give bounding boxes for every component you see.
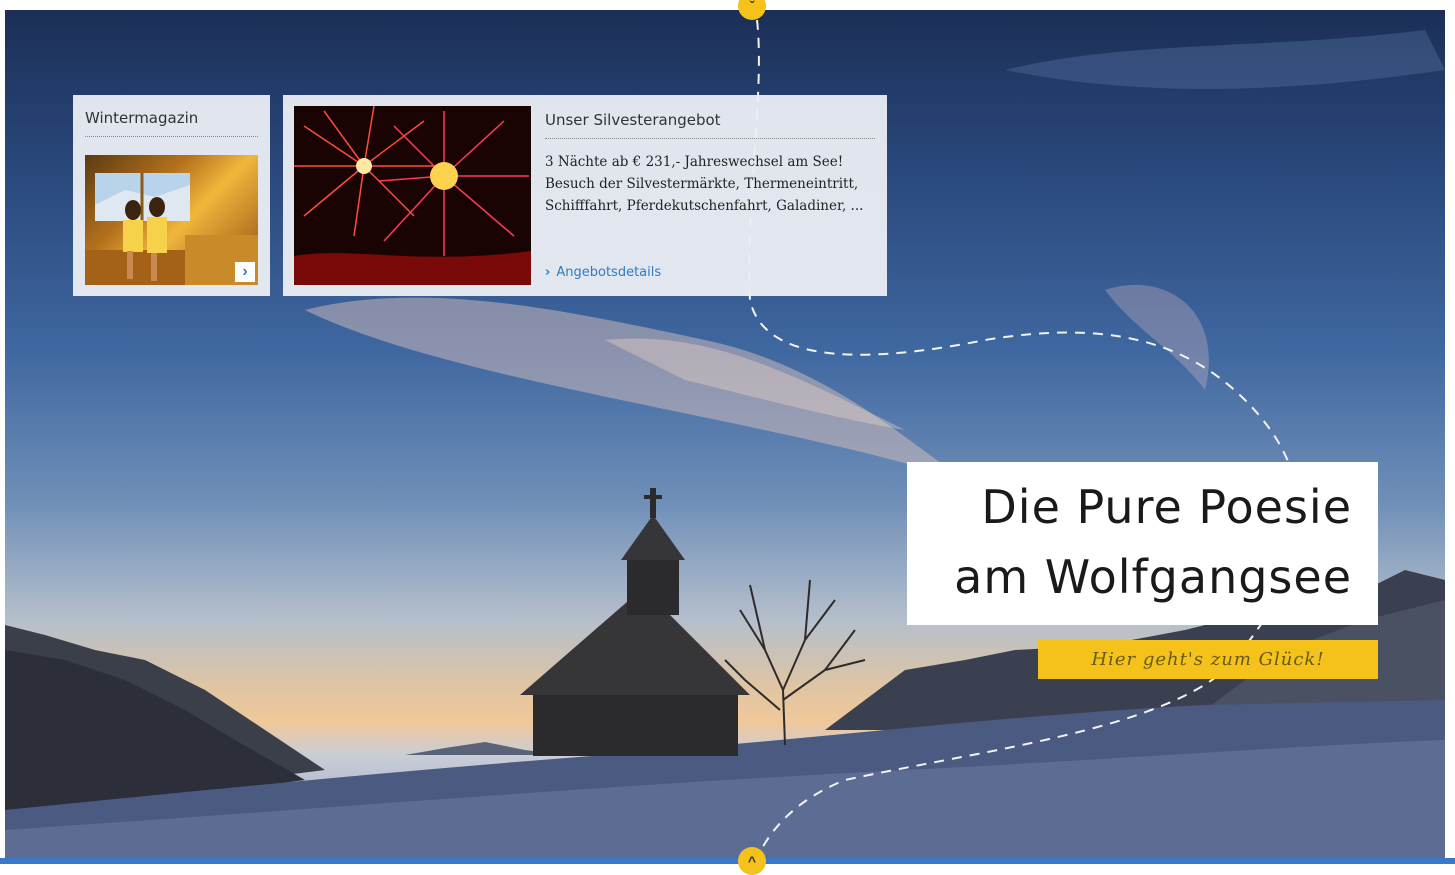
chevron-up-icon: ˇ (749, 0, 755, 14)
offer-body: Unser Silvesterangebot 3 Nächte ab € 231… (545, 106, 875, 217)
top-border (0, 0, 1455, 10)
silvester-offer-card: Unser Silvesterangebot 3 Nächte ab € 231… (283, 95, 887, 296)
bottom-bar (0, 858, 1455, 864)
headline-line-2: am Wolfgangsee (954, 550, 1352, 604)
headline-line-1: Die Pure Poesie (981, 480, 1352, 534)
chevron-up-icon: ^ (747, 853, 757, 869)
fireworks-graphic (294, 106, 531, 285)
sauna-image (85, 173, 258, 285)
fireworks-image[interactable] (294, 106, 531, 285)
card-title: Wintermagazin (85, 109, 258, 137)
cta-button[interactable]: Hier geht's zum Glück! (1038, 640, 1378, 679)
wintermagazin-card[interactable]: Wintermagazin › (73, 95, 270, 296)
scroll-down-button[interactable]: ^ (738, 847, 766, 875)
chevron-right-icon[interactable]: › (235, 262, 255, 282)
offer-description: 3 Nächte ab € 231,- Jahreswechsel am See… (545, 154, 864, 214)
card-title: Unser Silvesterangebot (545, 111, 875, 139)
offer-details-link[interactable]: › Angebotsdetails (545, 265, 661, 280)
headline-box: Die Pure Poesie am Wolfgangsee (907, 462, 1378, 625)
offer-link-label: Angebotsdetails (556, 265, 662, 280)
magazine-thumbnail[interactable]: › (85, 155, 258, 285)
chevron-right-icon: › (545, 265, 551, 280)
